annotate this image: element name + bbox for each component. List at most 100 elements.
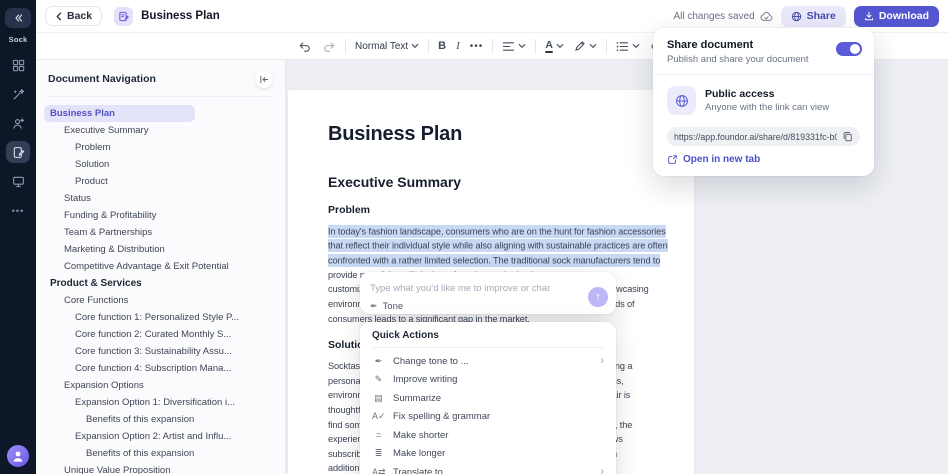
collapse-left-icon bbox=[260, 75, 269, 83]
toggle-knob bbox=[850, 44, 860, 54]
nav-item[interactable]: Product bbox=[69, 173, 277, 190]
sidebar-collapse-button[interactable] bbox=[5, 8, 31, 28]
quick-action-label: Improve writing bbox=[393, 374, 458, 386]
paragraph-line: that reflect their individual style whil… bbox=[328, 239, 668, 253]
tone-icon: ✒ bbox=[374, 355, 383, 366]
nav-item[interactable]: Core function 1: Personalized Style P... bbox=[69, 309, 277, 326]
share-link-url: https://app.foundor.ai/share/d/819331fc-… bbox=[674, 131, 837, 142]
copy-icon[interactable] bbox=[842, 131, 853, 142]
improve-writing-icon: ✎ bbox=[374, 374, 383, 385]
share-button[interactable]: Share bbox=[780, 5, 846, 27]
nav-item[interactable]: Benefits of this expansion bbox=[80, 411, 277, 428]
nav-item[interactable]: Expansion Option 1: Diversification i... bbox=[69, 394, 277, 411]
chevron-right-icon: › bbox=[600, 466, 604, 474]
nav-item[interactable]: Core function 2: Curated Monthly S... bbox=[69, 326, 277, 343]
globe-icon bbox=[675, 94, 688, 107]
section-heading: Executive Summary bbox=[328, 174, 462, 190]
public-access-icon-tile bbox=[667, 86, 696, 115]
nav-item[interactable]: Competitive Advantage & Exit Potential bbox=[58, 258, 277, 275]
chevron-down-icon bbox=[589, 43, 597, 48]
nav-item[interactable]: Product & Services bbox=[44, 275, 277, 292]
bold-button[interactable]: B bbox=[438, 40, 446, 52]
back-label: Back bbox=[67, 10, 93, 22]
sidebar-item-assistant[interactable] bbox=[6, 112, 30, 134]
quick-action-make-shorter[interactable]: = Make shorter bbox=[372, 426, 604, 445]
nav-item[interactable]: Expansion Option 2: Artist and Influ... bbox=[69, 428, 277, 445]
quick-action-summarize[interactable]: ▤ Summarize bbox=[372, 389, 604, 408]
nav-item[interactable]: Team & Partnerships bbox=[58, 224, 277, 241]
nav-item[interactable]: Expansion Options bbox=[58, 377, 277, 394]
quick-action-change-tone-to[interactable]: ✒ Change tone to ... › bbox=[372, 352, 604, 371]
double-chevron-left-icon bbox=[15, 14, 23, 22]
nav-item[interactable]: Business Plan bbox=[44, 105, 195, 122]
save-status: All changes saved bbox=[673, 10, 773, 22]
text-color-icon: A bbox=[545, 38, 553, 53]
nav-item[interactable]: Benefits of this expansion bbox=[80, 445, 277, 462]
chevron-left-icon bbox=[56, 12, 62, 20]
page-title: Business Plan bbox=[141, 10, 220, 22]
nav-item[interactable]: Funding & Profitability bbox=[58, 207, 277, 224]
sidebar-item-documents[interactable] bbox=[6, 141, 30, 163]
spellcheck-icon: A✓ bbox=[372, 411, 386, 422]
toolbar-divider bbox=[428, 38, 430, 54]
ai-prompt-input[interactable] bbox=[370, 283, 550, 294]
sidebar-item-dashboard[interactable] bbox=[6, 54, 30, 76]
nav-collapse-button[interactable] bbox=[255, 70, 273, 88]
cloud-check-icon bbox=[760, 11, 773, 21]
public-access-subtitle: Anyone with the link can view bbox=[705, 102, 830, 113]
nav-item[interactable]: Core Functions bbox=[58, 292, 277, 309]
make-longer-icon: ≣ bbox=[374, 448, 383, 459]
quick-action-fix-spelling-grammar[interactable]: A✓ Fix spelling & grammar bbox=[372, 408, 604, 427]
nav-item[interactable]: Executive Summary bbox=[58, 122, 277, 139]
sidebar-item-more[interactable]: ••• bbox=[6, 199, 30, 221]
align-left-icon bbox=[503, 41, 515, 51]
user-avatar[interactable] bbox=[7, 445, 29, 467]
tone-option[interactable]: ✒ Tone bbox=[370, 301, 606, 312]
back-button[interactable]: Back bbox=[45, 6, 103, 26]
list-dropdown[interactable] bbox=[616, 41, 640, 52]
send-button[interactable]: ↑ bbox=[588, 287, 608, 307]
tone-pen-icon: ✒ bbox=[370, 301, 378, 311]
sidebar-item-presentations[interactable] bbox=[6, 170, 30, 192]
italic-button[interactable]: I bbox=[456, 40, 460, 52]
text-color-dropdown[interactable]: A bbox=[545, 38, 564, 53]
download-button[interactable]: Download bbox=[853, 5, 939, 27]
quick-actions-title: Quick Actions bbox=[372, 330, 604, 348]
more-formatting-button[interactable]: ••• bbox=[470, 41, 484, 52]
save-status-label: All changes saved bbox=[673, 10, 755, 22]
redo-button[interactable] bbox=[322, 40, 336, 53]
nav-item[interactable]: Problem bbox=[69, 139, 277, 156]
more-icon: ••• bbox=[11, 206, 25, 216]
make-shorter-icon: = bbox=[375, 430, 382, 441]
quick-actions-list: ✒ Change tone to ... › ✎ Improve writing ▤ Sum… bbox=[372, 352, 604, 474]
person-icon bbox=[13, 451, 23, 462]
text-style-dropdown[interactable]: Normal Text bbox=[355, 41, 419, 52]
undo-button[interactable] bbox=[298, 40, 312, 53]
download-label: Download bbox=[878, 10, 929, 22]
chevron-down-icon bbox=[411, 43, 419, 48]
align-dropdown[interactable] bbox=[502, 41, 526, 52]
publish-toggle[interactable] bbox=[836, 42, 862, 56]
nav-panel-title: Document Navigation bbox=[48, 73, 156, 85]
download-icon bbox=[864, 11, 873, 21]
nav-item[interactable]: Marketing & Distribution bbox=[58, 241, 277, 258]
nav-item[interactable]: Core function 3: Sustainability Assu... bbox=[69, 343, 277, 360]
sidebar-item-ai-tools[interactable] bbox=[6, 83, 30, 105]
open-in-new-tab-link[interactable]: Open in new tab bbox=[653, 146, 874, 176]
summarize-icon: ▤ bbox=[374, 392, 383, 403]
quick-action-translate-to[interactable]: A⇄ Translate to ... › bbox=[372, 463, 604, 474]
nav-item[interactable]: Unique Value Proposition bbox=[58, 462, 277, 474]
quick-action-make-longer[interactable]: ≣ Make longer bbox=[372, 445, 604, 464]
highlight-dropdown[interactable] bbox=[574, 40, 597, 52]
paragraph-line: In today's fashion landscape, consumers … bbox=[328, 224, 666, 238]
quick-action-improve-writing[interactable]: ✎ Improve writing bbox=[372, 371, 604, 390]
nav-item[interactable]: Solution bbox=[69, 156, 277, 173]
ai-improve-popup: ✒ Tone ↑ bbox=[360, 272, 616, 314]
bullet-list-icon bbox=[616, 41, 628, 51]
text-style-value: Normal Text bbox=[355, 40, 409, 52]
share-link-field[interactable]: https://app.foundor.ai/share/d/819331fc-… bbox=[667, 127, 860, 146]
quick-action-label: Summarize bbox=[393, 392, 442, 404]
nav-item[interactable]: Status bbox=[58, 190, 277, 207]
nav-item[interactable]: Core function 4: Subscription Mana... bbox=[69, 360, 277, 377]
highlighter-pen-icon bbox=[575, 41, 585, 51]
